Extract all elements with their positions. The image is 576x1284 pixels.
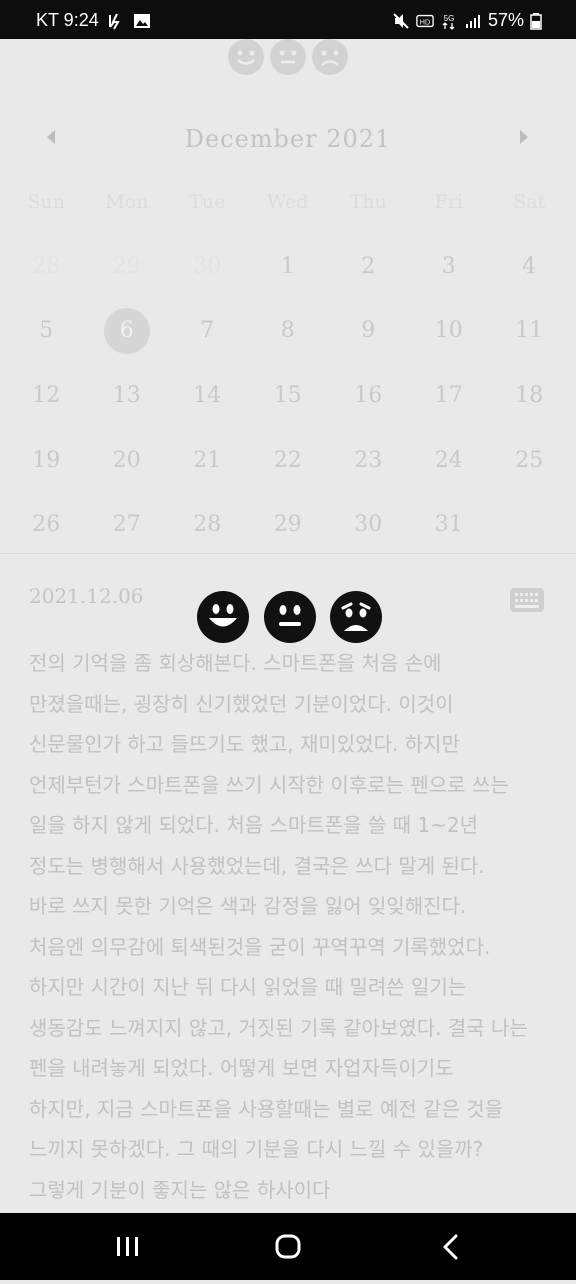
calendar-day[interactable]: 30	[167, 244, 248, 290]
keyboard-icon[interactable]	[510, 588, 544, 612]
calendar-day[interactable]: 19	[6, 438, 87, 484]
calendar-week: 19 20 21 22 23 24 25	[6, 438, 570, 484]
sad-face-icon[interactable]	[330, 591, 382, 643]
calendar-day[interactable]: 7	[167, 308, 248, 354]
calendar-day[interactable]: 15	[248, 373, 329, 419]
calendar-day[interactable]: 17	[409, 373, 490, 419]
calendar-day[interactable]: 24	[409, 438, 490, 484]
battery-icon	[530, 12, 542, 30]
calendar-day[interactable]: 27	[87, 502, 168, 548]
calendar-week: 28 29 30 1 2 3 4	[6, 244, 570, 290]
recent-apps-icon[interactable]	[88, 1213, 168, 1280]
diary-entry: 2021.12.06 전의 기억을 좀 회상해본다. 스마트폰을 처음 손에 만…	[0, 554, 576, 1213]
mood-filter-bar	[0, 39, 576, 96]
calendar-day[interactable]: 16	[328, 373, 409, 419]
weekday-tue: Tue	[189, 191, 226, 213]
calendar-day[interactable]: 13	[87, 373, 168, 419]
calendar-day-selected[interactable]: 6	[87, 308, 168, 354]
calendar-day[interactable]: 28	[6, 244, 87, 290]
signal-icon	[465, 14, 480, 28]
calendar-day[interactable]: 5	[6, 308, 87, 354]
calendar-day[interactable]: 23	[328, 438, 409, 484]
calendar-day[interactable]: 28	[167, 502, 248, 548]
calendar-day[interactable]: 30	[328, 502, 409, 548]
neutral-face-icon[interactable]	[270, 39, 306, 75]
entry-text[interactable]: 전의 기억을 좀 회상해본다. 스마트폰을 처음 손에 만졌을때는, 굉장히 신…	[29, 643, 549, 1210]
mute-icon	[393, 12, 409, 29]
calendar-day[interactable]: 21	[167, 438, 248, 484]
selected-day-label: 6	[119, 318, 134, 343]
calendar-day[interactable]: 14	[167, 373, 248, 419]
calendar-day[interactable]: 29	[248, 502, 329, 548]
entry-date: 2021.12.06	[29, 584, 144, 608]
weekday-mon: Mon	[105, 191, 149, 213]
status-right: HD 5G 57%	[392, 10, 542, 31]
battery-percent: 57%	[487, 10, 524, 30]
next-month-icon[interactable]	[520, 130, 528, 144]
gallery-icon	[133, 13, 150, 28]
calendar-day[interactable]: 26	[6, 502, 87, 548]
network-5g-icon: 5G	[442, 14, 455, 29]
calendar-day[interactable]: 22	[248, 438, 329, 484]
neutral-face-icon[interactable]	[264, 591, 316, 643]
calendar-header: December 2021	[0, 120, 576, 160]
calendar-week: 26 27 28 29 30 31	[6, 502, 570, 548]
calendar-day[interactable]: 29	[87, 244, 168, 290]
mood-selector	[197, 591, 383, 645]
calendar-day[interactable]: 8	[248, 308, 329, 354]
weekday-header: Sun Mon Tue Wed Thu Fri Sat	[6, 191, 570, 213]
status-left: KT 9:24	[36, 10, 151, 31]
calendar-day[interactable]: 12	[6, 373, 87, 419]
calendar-day[interactable]: 11	[489, 308, 570, 354]
weekday-wed: Wed	[267, 191, 309, 213]
data-saver-icon	[108, 13, 120, 29]
svg-text:5G: 5G	[444, 14, 455, 23]
calendar-day[interactable]: 20	[87, 438, 168, 484]
hd-voice-icon: HD	[416, 14, 434, 27]
svg-text:HD: HD	[420, 17, 430, 26]
sad-face-icon[interactable]	[312, 39, 348, 75]
happy-face-icon[interactable]	[228, 39, 264, 75]
calendar-day[interactable]: 31	[409, 502, 490, 548]
calendar-day[interactable]: 10	[409, 308, 490, 354]
happy-face-icon[interactable]	[197, 591, 249, 643]
month-title: December 2021	[184, 125, 392, 153]
calendar-day[interactable]: 3	[409, 244, 490, 290]
weekday-thu: Thu	[349, 191, 387, 213]
calendar-day[interactable]: 1	[248, 244, 329, 290]
calendar-week: 12 13 14 15 16 17 18	[6, 373, 570, 419]
back-icon[interactable]	[410, 1213, 490, 1280]
calendar-day[interactable]	[489, 502, 570, 548]
system-nav-bar	[0, 1213, 576, 1280]
calendar-day[interactable]: 25	[489, 438, 570, 484]
status-bar: KT 9:24 HD 5G 57%	[0, 0, 576, 41]
calendar: December 2021 Sun Mon Tue Wed Thu Fri Sa…	[0, 95, 576, 555]
calendar-day[interactable]: 9	[328, 308, 409, 354]
calendar-week: 5 6 7 8 9 10 11	[6, 308, 570, 354]
calendar-day[interactable]: 4	[489, 244, 570, 290]
calendar-day[interactable]: 2	[328, 244, 409, 290]
weekday-sat: Sat	[513, 191, 546, 213]
weekday-sun: Sun	[27, 191, 66, 213]
home-icon[interactable]	[248, 1213, 328, 1280]
weekday-fri: Fri	[434, 191, 463, 213]
calendar-day[interactable]: 18	[489, 373, 570, 419]
carrier-time: KT 9:24	[36, 10, 99, 30]
